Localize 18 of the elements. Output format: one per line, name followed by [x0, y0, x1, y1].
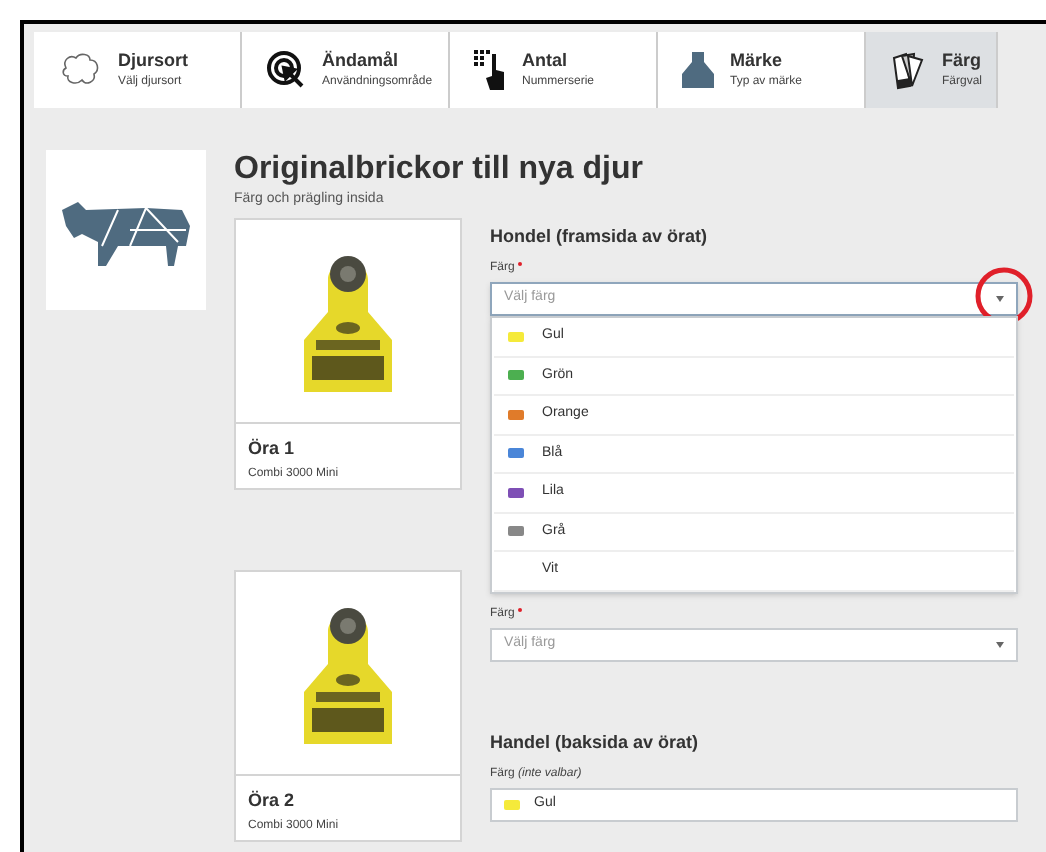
step-title: Djursort: [118, 47, 189, 74]
step-title: Märke: [730, 47, 785, 74]
target-icon: [266, 50, 306, 90]
keypad-hand-icon: [474, 50, 506, 90]
section-heading: Handel (baksida av örat): [490, 729, 701, 756]
caret-icon: [996, 296, 1004, 302]
step-title: Färg: [942, 47, 983, 74]
ear-name: Öra 2: [248, 787, 297, 813]
highlight-circle: [974, 266, 1034, 326]
color-swatches-icon: [890, 50, 926, 90]
ear-name: Öra 1: [248, 435, 297, 461]
step-title: Ändamål: [322, 47, 401, 74]
ear-tag-icon: [682, 52, 714, 88]
cow-icon: [46, 150, 206, 310]
page-title: Originalbrickor till nya djur: [234, 150, 645, 190]
step-title: Antal: [522, 47, 569, 74]
caret-icon: [996, 641, 1004, 647]
section-heading: Hondel (framsida av örat): [490, 223, 710, 250]
